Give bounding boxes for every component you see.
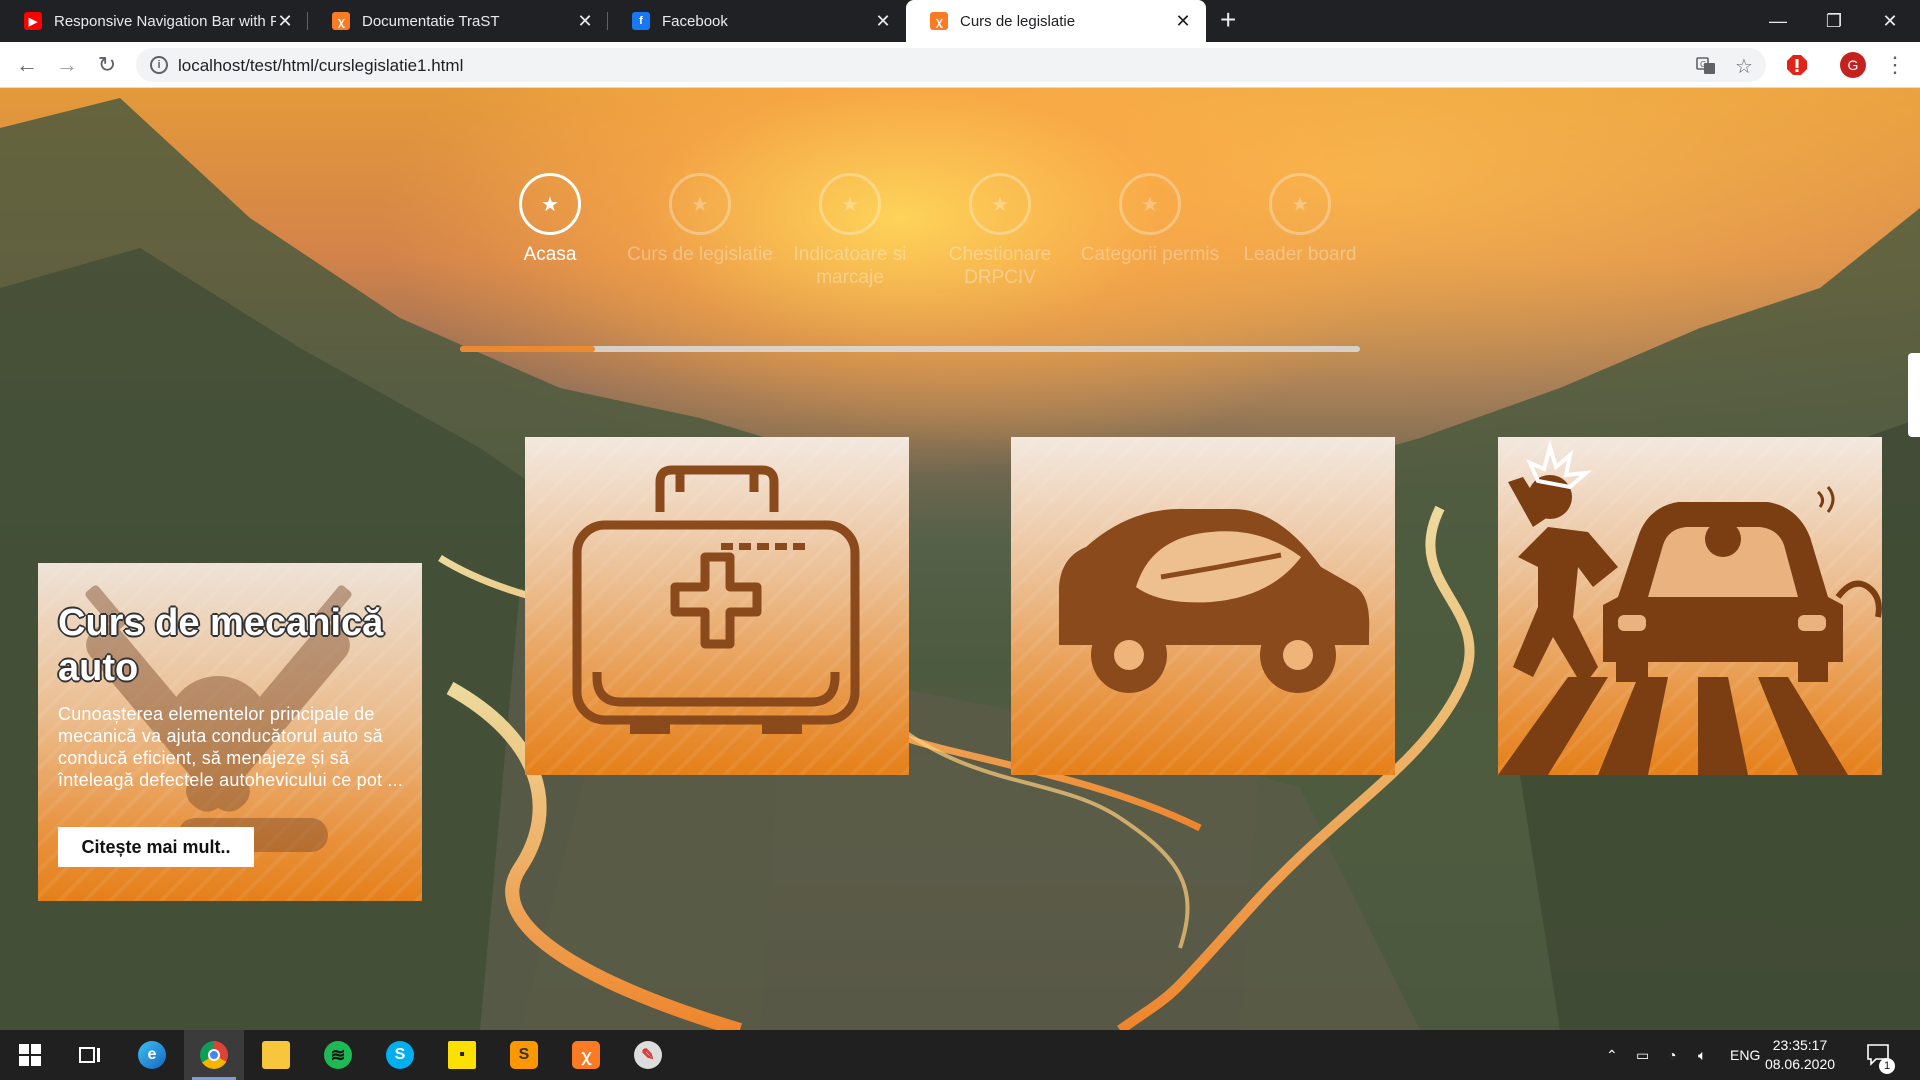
tab-title: Curs de legislatie [960,12,1076,30]
close-tab-icon[interactable]: ✕ [276,11,294,32]
translate-icon[interactable]: G [1694,54,1718,78]
step-leader-board[interactable]: ★ Leader board [1225,173,1375,266]
star-icon: ★ [1119,173,1181,235]
windows-taskbar: e ≋ S ▪ S ꭓ ✎ ⌃ ▭ ◔ 🔈︎ ENG 23:35:17 08.0… [0,1030,1920,1080]
notification-count-badge: 1 [1879,1058,1895,1074]
tab-youtube[interactable]: ▶ Responsive Navigation Bar with F ✕ [0,0,308,42]
url-text[interactable]: localhost/test/html/curslegislatie1.html [178,56,463,76]
browser-tab-strip: ▶ Responsive Navigation Bar with F ✕ ꭓ D… [0,0,1920,42]
file-explorer-icon[interactable] [246,1030,306,1080]
wifi-icon[interactable]: ◔ [1668,1030,1676,1080]
sublime-text-icon[interactable]: S [494,1030,554,1080]
pedestrian-accident-icon [1498,439,1882,775]
clock-date: 08.06.2020 [1764,1056,1836,1072]
step-label: Indicatoare si marcaje [793,244,907,288]
xampp-icon: ꭓ [332,12,350,30]
tab-facebook[interactable]: f Facebook ✕ [608,0,906,42]
forward-arrow-icon[interactable]: → [52,50,82,80]
card-eco-car[interactable] [1011,437,1395,775]
featured-card-mecanica[interactable]: Curs de mecanică auto Cunoașterea elemen… [38,563,422,901]
step-label: Acasa [523,244,577,265]
step-label: Curs de legislatie [627,244,773,265]
step-label: Leader board [1243,244,1357,265]
new-tab-button[interactable]: + [1220,4,1236,36]
star-icon: ★ [669,173,731,235]
skype-icon[interactable]: S [370,1030,430,1080]
task-view-icon[interactable] [60,1030,120,1080]
paint-icon[interactable]: ✎ [618,1030,678,1080]
info-icon[interactable]: i [150,56,168,74]
first-aid-kit-icon [572,465,860,734]
side-scroll-handle[interactable] [1908,353,1920,437]
bookmark-star-icon[interactable]: ☆ [1732,54,1756,78]
step-acasa[interactable]: ★ Acasa [475,173,625,266]
card-prim-ajutor[interactable] [525,437,909,775]
tab-title: Documentatie TraST [362,12,500,30]
facebook-icon: f [632,12,650,30]
close-tab-icon[interactable]: ✕ [874,11,892,32]
notification-center-icon[interactable]: 1 [1866,1030,1895,1080]
progress-fill [460,346,595,352]
back-arrow-icon[interactable]: ← [12,50,42,80]
restore-button[interactable]: ❐ [1806,0,1862,42]
step-label: Categorii permis [1080,244,1220,265]
featured-description: Cunoașterea elementelor principale de me… [58,704,404,790]
close-tab-icon[interactable]: ✕ [1174,11,1192,32]
reload-icon[interactable]: ↻ [92,50,122,80]
step-categorii-permis[interactable]: ★ Categorii permis [1075,173,1225,266]
clock[interactable]: 23:35:17 08.06.2020 [1762,1036,1838,1074]
clock-time: 23:35:17 [1772,1037,1828,1053]
tab-documentatie[interactable]: ꭓ Documentatie TraST ✕ [308,0,608,42]
sticky-notes-icon[interactable]: ▪ [432,1030,492,1080]
xampp-icon: ꭓ [930,12,948,30]
tab-title: Facebook [662,12,728,30]
adblock-extension-icon[interactable] [1782,50,1812,80]
battery-icon[interactable]: ▭ [1636,1030,1649,1080]
browser-menu-icon[interactable]: ⋮ [1880,50,1910,80]
xampp-icon[interactable]: ꭓ [556,1030,616,1080]
svg-text:G: G [1700,60,1706,69]
minimize-button[interactable]: — [1750,0,1806,42]
show-hidden-icons-icon[interactable]: ⌃ [1606,1030,1618,1080]
featured-title: Curs de mecanică auto [58,602,384,689]
page-content: ★ Acasa ★ Curs de legislatie ★ Indicatoa… [0,88,1920,1030]
volume-icon[interactable]: 🔈︎ [1698,1030,1706,1080]
edge-icon[interactable]: e [122,1030,182,1080]
star-icon: ★ [819,173,881,235]
spotify-icon[interactable]: ≋ [308,1030,368,1080]
close-tab-icon[interactable]: ✕ [576,11,594,32]
windows-start-icon[interactable] [0,1030,60,1080]
tab-curs-legislatie[interactable]: ꭓ Curs de legislatie ✕ [906,0,1206,42]
read-more-button[interactable]: Citește mai mult.. [58,827,254,867]
progress-bar [460,346,1360,352]
star-icon: ★ [1269,173,1331,235]
star-icon: ★ [519,173,581,235]
step-chestionare[interactable]: ★ Chestionare DRPCIV [925,173,1075,289]
browser-toolbar: ← → ↻ i localhost/test/html/curslegislat… [0,42,1920,88]
eco-car-icon [1059,508,1370,693]
card-accident[interactable] [1498,437,1882,775]
star-icon: ★ [969,173,1031,235]
chrome-icon[interactable] [184,1030,244,1080]
tab-title: Responsive Navigation Bar with F [54,12,276,30]
youtube-icon: ▶ [24,12,42,30]
close-window-button[interactable]: ✕ [1862,0,1918,42]
language-indicator[interactable]: ENG [1730,1030,1760,1080]
step-curs-legislatie[interactable]: ★ Curs de legislatie [625,173,775,266]
address-bar[interactable]: i localhost/test/html/curslegislatie1.ht… [136,48,1766,82]
profile-avatar[interactable]: G [1838,50,1868,80]
step-navigation: ★ Acasa ★ Curs de legislatie ★ Indicatoa… [475,173,1375,313]
step-label: Chestionare DRPCIV [948,244,1052,288]
step-indicatoare[interactable]: ★ Indicatoare si marcaje [775,173,925,289]
